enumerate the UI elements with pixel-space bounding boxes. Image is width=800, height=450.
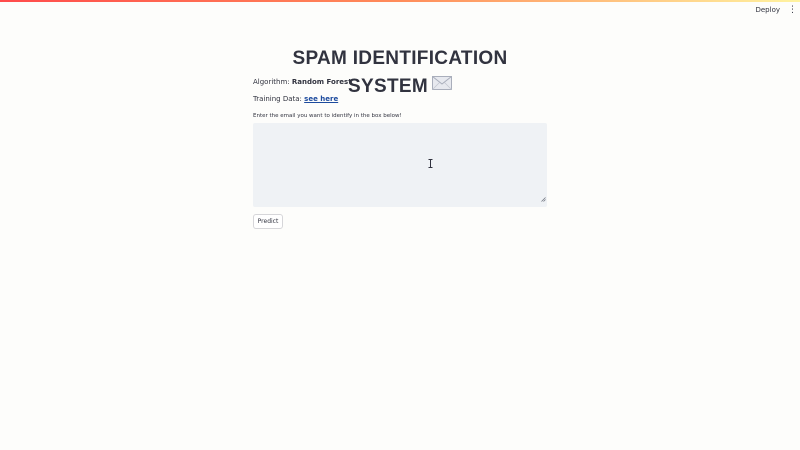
app-header: Deploy ⋮: [0, 2, 800, 20]
training-data-link[interactable]: see here: [304, 95, 338, 103]
training-data-label: Training Data:: [253, 95, 302, 103]
email-textarea[interactable]: [253, 123, 547, 207]
textarea-label: Enter the email you want to identify in …: [253, 113, 402, 119]
training-data-line: Training Data: see here: [253, 95, 338, 103]
algorithm-value: Random Forest: [291, 78, 352, 86]
main-content: SPAM IDENTIFICATION SYSTEM Algorithm: Ra…: [253, 45, 547, 229]
deploy-button[interactable]: Deploy: [755, 6, 780, 14]
text-cursor-icon: [428, 153, 433, 172]
algorithm-line: Algorithm: Random Forest: [253, 78, 352, 86]
resize-handle-icon[interactable]: [541, 187, 546, 206]
page-title: SPAM IDENTIFICATION SYSTEM: [253, 45, 547, 97]
algorithm-label: Algorithm:: [253, 78, 290, 86]
predict-button[interactable]: Predict: [253, 214, 283, 229]
envelope-icon: [431, 71, 452, 99]
main-menu-icon[interactable]: ⋮: [788, 5, 797, 15]
page-title-text: SPAM IDENTIFICATION SYSTEM: [292, 48, 508, 98]
